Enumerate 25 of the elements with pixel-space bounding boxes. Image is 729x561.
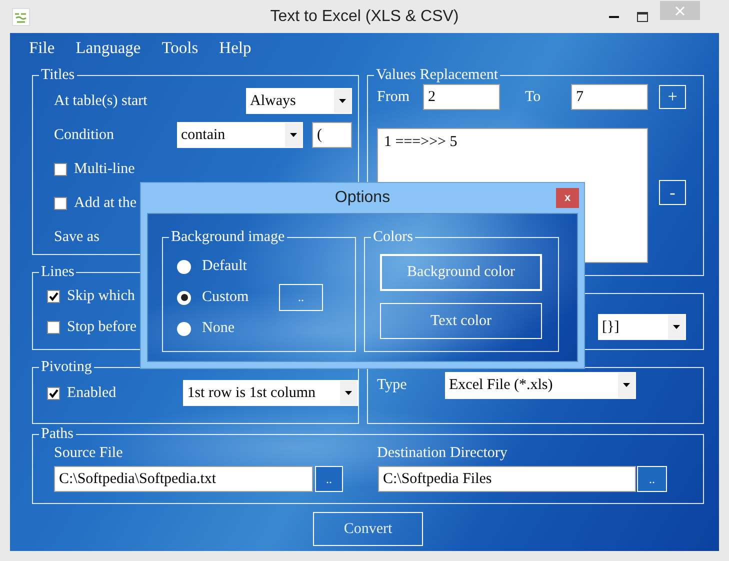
checkbox-label: Add at the: [74, 194, 136, 212]
field-label: Source File: [54, 444, 124, 463]
field-label: Condition: [54, 126, 116, 144]
radio-label: None: [202, 320, 234, 337]
radio-label: Default: [202, 258, 247, 275]
group-title: Titles: [40, 66, 76, 84]
dialog-title: Options: [334, 189, 390, 207]
checkbox-label: Stop before: [67, 319, 137, 336]
field-label: At table(s) start: [54, 92, 148, 110]
checkbox-label: Multi-line: [74, 160, 135, 178]
radio-label: Custom: [202, 289, 249, 306]
group-title: Pivoting: [40, 358, 93, 376]
group-title: Values Replacement: [375, 66, 500, 84]
field-label: From: [377, 88, 411, 106]
field-label: Destination Directory: [377, 444, 508, 463]
field-label: Save as: [54, 228, 100, 246]
group-title: Colors: [372, 228, 414, 246]
checkbox-label: Skip which: [67, 288, 135, 305]
window-title: Text to Excel (XLS & CSV): [270, 8, 459, 26]
group-title: Background image: [170, 228, 286, 246]
checkbox-label: Enabled: [67, 384, 118, 402]
field-label: Type: [377, 376, 408, 394]
field-label: To: [525, 88, 542, 106]
group-title: Paths: [40, 425, 75, 443]
group-title: Lines: [40, 263, 76, 281]
